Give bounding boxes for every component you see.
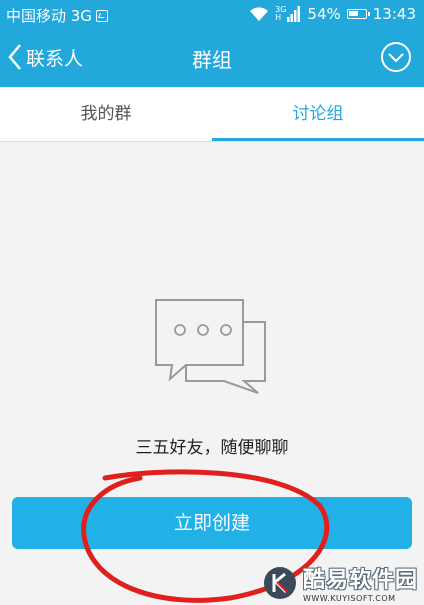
tab-bar: 我的群 讨论组 <box>0 87 424 142</box>
watermark-name: 酷易软件园 <box>302 568 418 593</box>
create-now-button[interactable]: 立即创建 <box>12 497 412 549</box>
battery-icon <box>346 9 370 19</box>
dropdown-menu-button[interactable] <box>380 41 412 73</box>
sim-icon <box>95 9 108 22</box>
watermark-url: WWW.KUYISOFT.COM <box>302 594 396 603</box>
wifi-icon <box>250 7 269 21</box>
watermark-logo-icon <box>263 566 296 599</box>
carrier-label: 中国移动 3G <box>6 7 92 25</box>
tab-discussion-groups[interactable]: 讨论组 <box>212 87 424 141</box>
clock: 13:43 <box>372 5 416 23</box>
page-title: 群组 <box>192 48 232 72</box>
network-sub-label: H <box>275 13 282 22</box>
battery-percent: 54% <box>307 5 341 23</box>
empty-state-message: 三五好友，随便聊聊 <box>135 438 289 458</box>
chat-bubbles-icon <box>155 299 266 394</box>
title-bar: 联系人 群组 <box>0 29 424 87</box>
chevron-down-icon <box>388 53 404 63</box>
signal-icon <box>287 6 301 22</box>
status-bar: 中国移动 3G 3G H 54% 13:43 <box>0 0 424 29</box>
watermark: 酷易软件园 WWW.KUYISOFT.COM <box>263 562 418 603</box>
tab-my-groups[interactable]: 我的群 <box>0 87 212 141</box>
